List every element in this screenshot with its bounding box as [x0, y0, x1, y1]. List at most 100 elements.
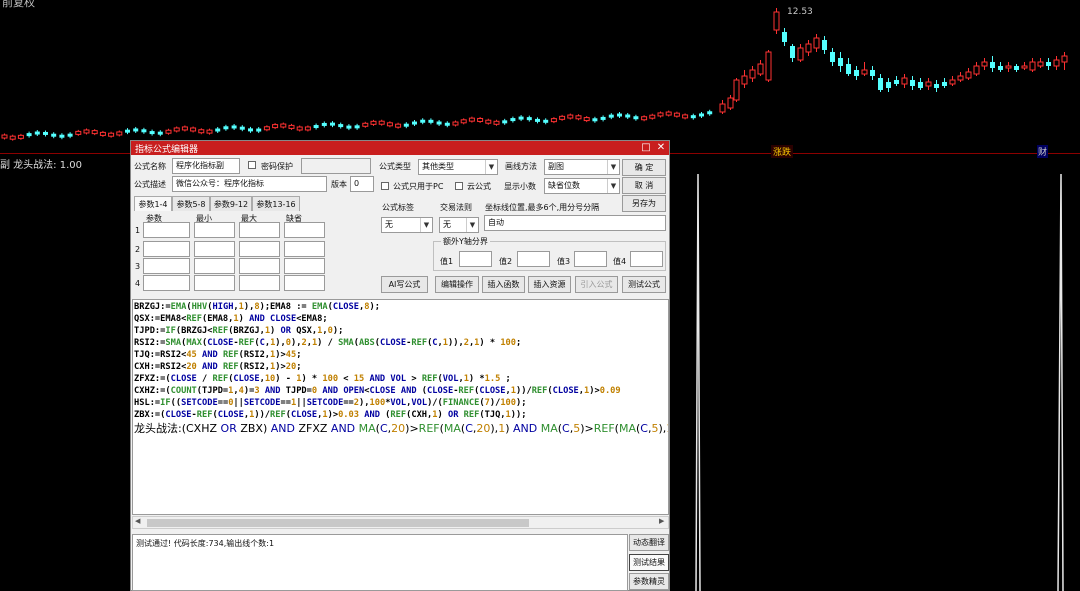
draw-select[interactable]: 副图 ▼ — [544, 159, 620, 175]
param-default-input[interactable] — [284, 222, 325, 238]
maximize-icon[interactable]: □ — [639, 141, 653, 155]
value2-input[interactable] — [517, 251, 550, 267]
candlestick — [231, 123, 237, 130]
candlestick — [75, 129, 82, 136]
high-price-label: 12.53 — [787, 7, 813, 17]
param-name-input[interactable] — [143, 222, 190, 238]
candlestick — [550, 117, 557, 124]
value1-label: 值1 — [440, 257, 454, 266]
limit-up-tag: 涨跌 — [771, 145, 794, 158]
dynamic-translate-button[interactable]: 动态翻译 — [629, 534, 669, 551]
candlestick — [256, 127, 262, 134]
candlestick — [657, 111, 664, 118]
extra-y-axis-label: 额外Y轴分界 — [441, 236, 490, 247]
param-name-input[interactable] — [143, 258, 190, 274]
candlestick — [493, 119, 500, 126]
candlestick — [707, 109, 713, 116]
ai-write-formula-button[interactable]: AI写公式 — [381, 276, 428, 293]
param-default-input[interactable] — [284, 241, 325, 257]
ok-button[interactable]: 确 定 — [622, 159, 666, 176]
draw-label: 画线方法 — [505, 162, 537, 171]
candlestick — [206, 128, 213, 135]
param-min-input[interactable] — [194, 241, 235, 257]
param-min-input[interactable] — [194, 275, 235, 291]
tab-params-1-4[interactable]: 参数1-4 — [134, 196, 172, 211]
candlestick — [918, 78, 923, 90]
value3-input[interactable] — [574, 251, 607, 267]
param-wizard-button[interactable]: 参数精灵 — [629, 573, 669, 590]
candlestick — [428, 118, 434, 125]
candlestick — [370, 119, 377, 126]
param-max-input[interactable] — [239, 241, 280, 257]
formula-tag-select[interactable]: 无 ▼ — [381, 217, 433, 233]
param-min-input[interactable] — [194, 222, 235, 238]
desc-input[interactable]: 微信公众号：程序化指标 — [172, 176, 327, 192]
candlestick — [510, 116, 516, 123]
scroll-thumb[interactable] — [147, 519, 529, 527]
candlestick — [838, 52, 843, 72]
candlestick — [998, 62, 1003, 72]
candlestick — [1061, 52, 1068, 70]
close-icon[interactable]: ✕ — [654, 141, 668, 155]
candlestick-chart[interactable] — [0, 0, 1080, 152]
candlestick — [108, 131, 115, 138]
candlestick — [583, 116, 590, 123]
candlestick — [386, 121, 393, 128]
param-max-input[interactable] — [239, 275, 280, 291]
save-as-button[interactable]: 另存为 — [622, 195, 666, 212]
axis-position-input[interactable]: 自动 — [484, 215, 666, 231]
candlestick — [149, 129, 155, 136]
version-label: 版本 — [331, 180, 347, 189]
candlestick — [846, 58, 851, 76]
password-checkbox[interactable] — [248, 161, 256, 169]
indicator-label: 副 龙头战法: 1.00 — [0, 160, 82, 171]
version-input[interactable]: 0 — [350, 176, 374, 192]
param-max-input[interactable] — [239, 258, 280, 274]
formula-editor-window[interactable]: 指标公式编辑器 □ ✕ 公式名称 程序化指标副 密码保护 公式类型 其他类型 ▼ … — [130, 140, 670, 591]
password-input[interactable] — [301, 158, 371, 174]
candlestick — [682, 113, 689, 120]
value4-input[interactable] — [630, 251, 663, 267]
param-min-input[interactable] — [194, 258, 235, 274]
type-select[interactable]: 其他类型 ▼ — [418, 159, 498, 175]
insert-resource-button[interactable]: 插入资源 — [528, 276, 571, 293]
param-max-input[interactable] — [239, 222, 280, 238]
param-default-input[interactable] — [284, 258, 325, 274]
cloud-checkbox[interactable] — [455, 182, 463, 190]
candlestick — [26, 131, 32, 138]
candlestick — [444, 121, 450, 128]
test-formula-button[interactable]: 测试公式 — [622, 276, 666, 293]
param-default-input[interactable] — [284, 275, 325, 291]
editor-titlebar[interactable]: 指标公式编辑器 □ ✕ — [131, 141, 669, 155]
candlestick — [757, 60, 764, 76]
formula-code-editor[interactable]: BRZGJ:=EMA(HHV(HIGH,1),8);EMA8 := EMA(CL… — [132, 299, 669, 515]
import-formula-button[interactable]: 引入公式 — [575, 276, 618, 293]
code-horizontal-scrollbar[interactable]: ◀ ▶ — [132, 516, 669, 529]
candlestick — [813, 34, 820, 52]
insert-function-button[interactable]: 插入函数 — [482, 276, 525, 293]
tab-params-9-12[interactable]: 参数9-12 — [210, 196, 252, 211]
candlestick — [17, 133, 24, 140]
value1-input[interactable] — [459, 251, 492, 267]
trade-rule-select[interactable]: 无 ▼ — [439, 217, 479, 233]
cancel-button[interactable]: 取 消 — [622, 177, 666, 194]
candlestick — [354, 123, 360, 130]
tab-params-5-8[interactable]: 参数5-8 — [172, 196, 210, 211]
scroll-right-icon[interactable]: ▶ — [659, 517, 664, 525]
candlestick — [198, 128, 205, 135]
candlestick — [765, 50, 772, 82]
pc-only-checkbox[interactable] — [381, 182, 389, 190]
candlestick — [485, 118, 492, 125]
tab-params-13-16[interactable]: 参数13-16 — [252, 196, 300, 211]
scroll-left-icon[interactable]: ◀ — [135, 517, 140, 525]
value4-label: 值4 — [613, 257, 627, 266]
candlestick — [477, 116, 484, 123]
candlestick — [468, 116, 475, 123]
name-input[interactable]: 程序化指标副 — [172, 158, 240, 174]
param-name-input[interactable] — [143, 275, 190, 291]
test-result-button[interactable]: 测试结果 — [629, 554, 669, 571]
edit-operation-button[interactable]: 编辑操作 — [435, 276, 479, 293]
decimals-select[interactable]: 缺省位数 ▼ — [544, 178, 620, 194]
param-name-input[interactable] — [143, 241, 190, 257]
candlestick — [346, 124, 352, 131]
